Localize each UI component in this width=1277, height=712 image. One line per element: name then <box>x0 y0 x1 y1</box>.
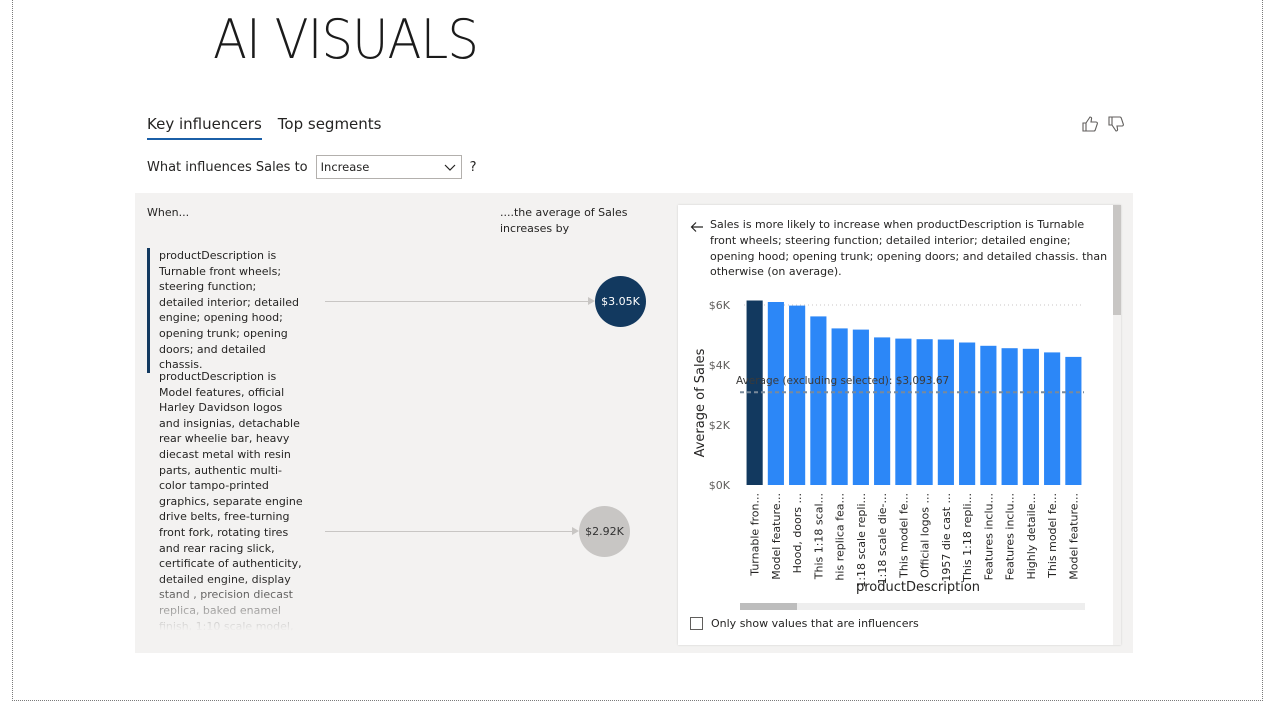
influencers-only-label: Only show values that are influencers <box>711 617 919 630</box>
bar[interactable] <box>874 337 891 485</box>
x-tick-label: Features inclu... <box>982 493 995 580</box>
vertical-scrollbar[interactable] <box>1113 205 1121 645</box>
x-tick-label: Official logos ... <box>919 493 932 578</box>
influence-question: What influences Sales to Increase ? <box>147 155 477 179</box>
bar[interactable] <box>916 339 933 485</box>
y-tick-label: $4K <box>709 359 731 372</box>
influencer-item-1[interactable]: productDescription is Turnable front whe… <box>147 248 304 373</box>
influencer-explanation: Sales is more likely to increase when pr… <box>710 218 1108 277</box>
x-tick-label: Highly detaile... <box>1025 493 1038 580</box>
bar[interactable] <box>789 305 806 485</box>
visual-tabs: Key influencers Top segments <box>147 115 382 140</box>
bar[interactable] <box>1044 352 1061 485</box>
x-tick-label: This model fe... <box>1046 493 1059 579</box>
question-prefix: What influences Sales to <box>147 159 308 175</box>
influencers-only-checkbox[interactable] <box>690 617 703 630</box>
dropdown-value: Increase <box>320 160 370 174</box>
influencers-only-option: Only show values that are influencers <box>690 617 919 630</box>
bar[interactable] <box>1022 348 1039 485</box>
y-axis-title: Average of Sales <box>693 348 708 457</box>
bar[interactable] <box>1001 348 1018 485</box>
page-title: AI VISUALS <box>213 8 479 71</box>
bar[interactable] <box>831 328 848 485</box>
x-tick-label: his replica fea... <box>834 493 847 581</box>
bar[interactable] <box>959 342 976 486</box>
feedback-controls <box>1080 114 1126 138</box>
horizontal-scrollbar[interactable] <box>740 603 1085 610</box>
scrollbar-thumb[interactable] <box>1113 205 1121 315</box>
x-tick-label: This model fe... <box>897 493 910 579</box>
x-tick-label: 1:18 scale repli... <box>855 493 868 588</box>
y-tick-label: $0K <box>709 479 731 492</box>
tab-top-segments[interactable]: Top segments <box>278 115 382 140</box>
x-tick-label: This 1:18 scal... <box>812 493 825 580</box>
bar[interactable] <box>767 302 784 485</box>
influencer-item-2[interactable]: productDescription is Model features, of… <box>159 369 304 631</box>
back-arrow-icon[interactable] <box>690 220 704 234</box>
influencer-value-bubble-1[interactable]: $3.05K <box>595 276 646 327</box>
bar[interactable] <box>937 339 954 486</box>
average-reference-label: Average (excluding selected): $3,093.67 <box>736 375 949 387</box>
tab-key-influencers[interactable]: Key influencers <box>147 115 262 140</box>
influencer-connector-2 <box>325 527 579 535</box>
key-influencers-panel: When... ....the average of Sales increas… <box>135 193 1133 653</box>
when-header: When... <box>147 206 190 219</box>
chevron-down-icon <box>444 164 456 171</box>
bar[interactable] <box>1065 356 1082 485</box>
bar[interactable] <box>980 345 997 485</box>
bar[interactable] <box>852 329 869 485</box>
x-tick-label: 1957 die cast ... <box>940 493 953 582</box>
average-sales-bar-chart: Average of Sales $0K $2K $4K $6K Turnable fro… <box>693 299 1084 595</box>
y-tick-label: $6K <box>709 299 731 312</box>
y-tick-label: $2K <box>709 419 731 432</box>
bar[interactable] <box>895 338 912 485</box>
thumbs-down-icon[interactable] <box>1106 114 1126 138</box>
horizontal-scrollbar-thumb[interactable] <box>740 603 797 610</box>
x-tick-label: This 1:18 repli... <box>961 493 974 583</box>
x-axis-title: productDescription <box>856 580 980 595</box>
direction-dropdown[interactable]: Increase <box>315 155 462 179</box>
thumbs-up-icon[interactable] <box>1080 114 1100 138</box>
influencer-connector-1 <box>325 297 595 305</box>
question-suffix: ? <box>469 159 477 175</box>
x-tick-label: 1:18 scale die-... <box>876 493 889 584</box>
x-tick-label: Features inclu... <box>1004 493 1017 580</box>
increase-header: ....the average of Sales increases by <box>500 206 628 235</box>
x-tick-label: Model feature... <box>1067 493 1080 580</box>
x-tick-label: Model feature... <box>770 493 783 580</box>
x-tick-label: Hood, doors ... <box>791 493 804 573</box>
influencer-detail-card: Sales is more likely to increase when pr… <box>678 205 1121 645</box>
x-tick-label: Turnable fron... <box>749 493 762 577</box>
bar[interactable] <box>810 316 827 485</box>
influencer-value-bubble-2[interactable]: $2.92K <box>579 506 630 557</box>
